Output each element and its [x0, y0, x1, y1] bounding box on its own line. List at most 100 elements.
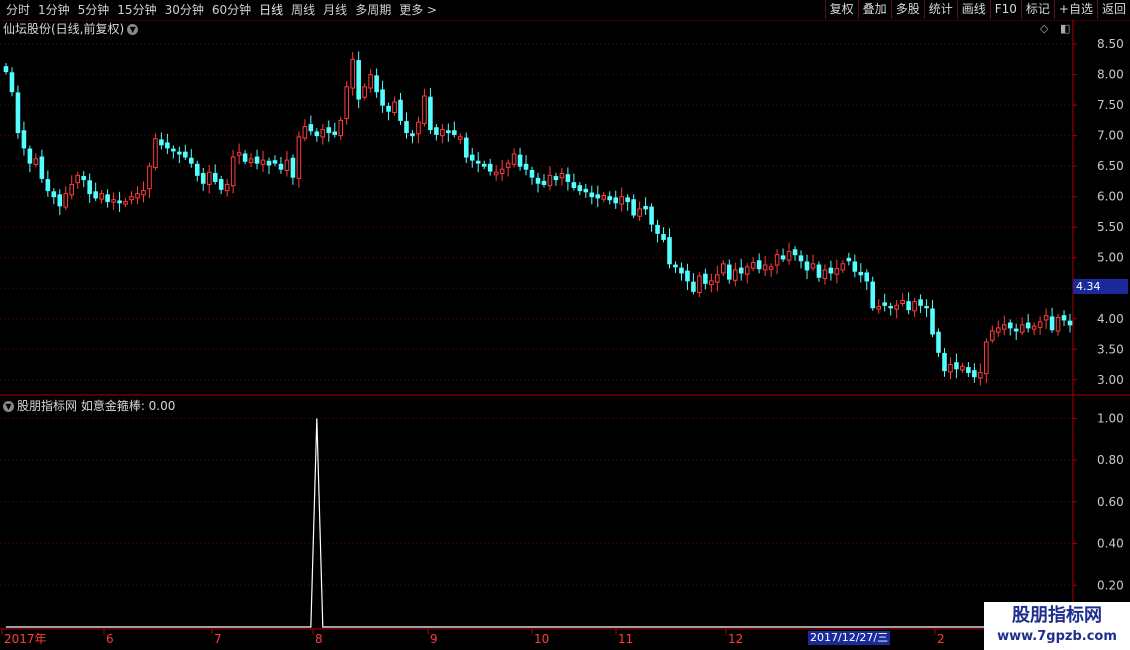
candle-body [715, 274, 720, 283]
current-price-tag: 4.34 [1073, 279, 1128, 294]
candle-body [750, 262, 756, 269]
candle-body [117, 200, 122, 204]
candle-body [786, 251, 792, 261]
candle-body [673, 264, 678, 268]
candle-body [1019, 324, 1025, 333]
candle-body [589, 192, 595, 198]
price-tick-label: 4.00 [1097, 312, 1124, 326]
candle-body [547, 174, 553, 187]
candle-body [177, 151, 182, 155]
candle-body [1061, 315, 1067, 321]
candle-body [888, 306, 893, 309]
candle-body [798, 255, 804, 262]
candle-body [529, 169, 535, 178]
candle-body [356, 60, 361, 100]
candle-body [159, 139, 164, 146]
stock-title: 仙坛股份(日线,前复权) [3, 22, 125, 36]
candle-body [302, 126, 308, 139]
candle-body [511, 153, 517, 165]
chevron-down-icon[interactable]: ▼ [127, 24, 139, 35]
price-tick-label: 5.00 [1097, 251, 1124, 265]
candle-body [194, 163, 200, 176]
candle-body [846, 257, 852, 262]
candle-body [165, 142, 170, 149]
candle-body [416, 121, 421, 135]
indicator-tick-label: 1.00 [1097, 411, 1124, 425]
indicator-title: ▼ 股朋指标网 如意金箍棒: 0.00 [3, 398, 175, 414]
candle-body [147, 165, 152, 190]
candle-body [87, 180, 92, 195]
candle-body [571, 182, 577, 189]
candle-body [643, 205, 648, 210]
candle-body [81, 176, 86, 181]
candle-body [828, 267, 834, 274]
candle-body [984, 341, 989, 375]
candle-body [1043, 315, 1049, 321]
candle-body [1037, 321, 1043, 328]
candle-body [266, 160, 272, 166]
candle-body [308, 124, 314, 132]
candle-body [434, 127, 439, 135]
candle-body [344, 86, 350, 120]
candle-body [619, 196, 624, 205]
x-axis-label: 12 [728, 632, 743, 646]
candle-body [858, 271, 864, 276]
candle-body [410, 133, 415, 137]
candle-body [99, 193, 104, 200]
candle-body [954, 362, 959, 370]
candle-body [553, 176, 559, 181]
x-axis-label: 7 [214, 632, 222, 646]
candle-body [960, 365, 965, 371]
candle-body [637, 208, 642, 217]
diamond-icon[interactable]: ◇ [1040, 22, 1048, 35]
candle-body [206, 171, 212, 185]
candle-body [93, 191, 98, 199]
candle-body [428, 96, 433, 131]
x-axis-label: 2 [937, 632, 945, 646]
candle-body [882, 302, 887, 306]
candle-body [595, 194, 601, 199]
candle-body [966, 367, 971, 373]
candle-body [27, 148, 33, 164]
candle-body [63, 193, 69, 208]
candle-body [3, 66, 9, 73]
candle-body [452, 130, 457, 135]
candle-body [1049, 316, 1055, 331]
main-chart-title: 仙坛股份(日线,前复权) ▼ [3, 21, 139, 37]
candle-body [141, 190, 146, 196]
candle-body [679, 267, 684, 274]
candle-body [523, 163, 529, 170]
candle-body [810, 263, 816, 269]
candle-body [242, 153, 248, 162]
candle-body [649, 206, 654, 225]
candle-body [171, 148, 176, 152]
candle-body [254, 156, 260, 164]
candle-body [153, 138, 158, 168]
candle-body [541, 180, 547, 185]
candle-body [565, 174, 571, 182]
candle-body [709, 280, 714, 286]
chevron-down-icon[interactable]: ▼ [3, 401, 14, 412]
price-tick-label: 8.00 [1097, 68, 1124, 82]
candle-body [768, 266, 774, 270]
candlestick-chart[interactable]: 8.508.007.507.006.506.005.505.004.504.00… [0, 0, 1130, 650]
candle-body [135, 193, 140, 199]
price-tick-label: 6.00 [1097, 190, 1124, 204]
candle-body [105, 194, 110, 203]
panel-toggle-icon[interactable]: ◧ [1060, 22, 1070, 35]
candle-body [613, 197, 619, 204]
candle-body [236, 152, 242, 156]
indicator-label: 股朋指标网 如意金箍棒: 0.00 [17, 399, 176, 413]
indicator-line [5, 418, 1071, 628]
candle-body [721, 263, 726, 274]
candle-body [601, 194, 607, 200]
highlighted-date: 2017/12/27/三 [808, 631, 891, 645]
candle-body [972, 370, 977, 378]
candle-body [332, 131, 338, 135]
candle-body [15, 92, 21, 134]
candle-body [33, 158, 39, 165]
candle-body [864, 272, 870, 282]
candle-body [260, 159, 266, 165]
candle-body [822, 269, 828, 279]
indicator-tick-label: 0.60 [1097, 495, 1124, 509]
